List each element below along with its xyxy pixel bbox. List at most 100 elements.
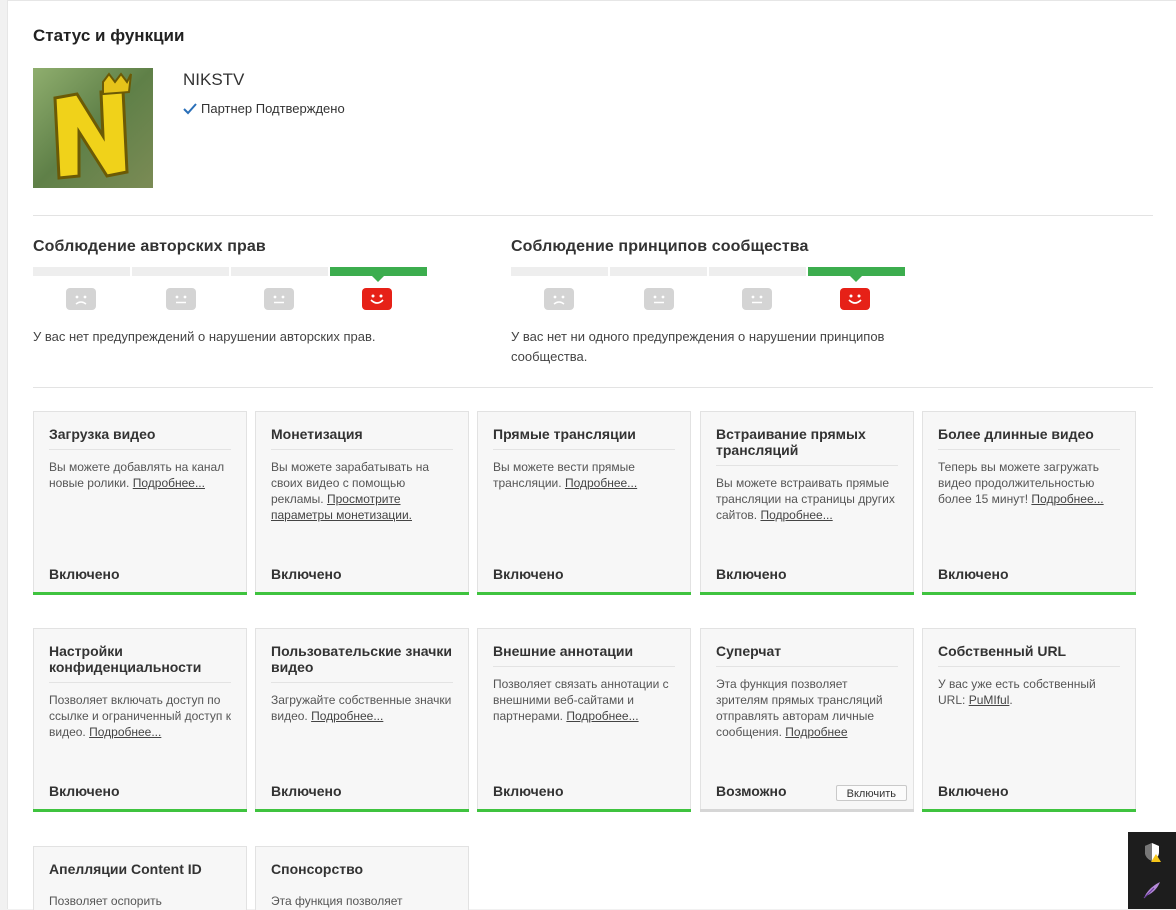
card-description: Позволяет оспорить xyxy=(49,894,162,908)
feature-card-embed-live: Встраивание прямых трансляций Вы можете … xyxy=(700,411,914,595)
happy-face-icon xyxy=(362,288,392,310)
partner-status-text: Партнер Подтверждено xyxy=(201,101,345,116)
card-status: Включено xyxy=(49,783,120,799)
learn-more-link[interactable]: Подробнее... xyxy=(133,476,205,490)
card-title: Суперчат xyxy=(716,643,898,667)
strike-indicator-arrow xyxy=(372,276,384,282)
neutral-face-icon xyxy=(742,288,772,310)
status-underline xyxy=(33,592,247,595)
status-underline xyxy=(477,592,691,595)
feature-card-sponsorship: Спонсорство Эта функция позволяет xyxy=(255,846,469,910)
card-status: Включено xyxy=(938,566,1009,582)
status-underline xyxy=(255,809,469,812)
channel-name: NIKSTV xyxy=(183,70,245,89)
learn-more-link[interactable]: Подробнее... xyxy=(89,725,161,739)
card-status: Включено xyxy=(271,783,342,799)
card-description: Вы можете зарабатывать на своих видео с … xyxy=(271,460,430,522)
card-title: Внешние аннотации xyxy=(493,643,675,667)
enable-button[interactable]: Включить xyxy=(835,785,907,801)
card-title: Загрузка видео xyxy=(49,426,231,450)
feature-card-custom-url: Собственный URL У вас уже есть собственн… xyxy=(922,628,1136,812)
strike-bar-active xyxy=(808,267,905,276)
strike-bar xyxy=(709,267,806,276)
card-title: Монетизация xyxy=(271,426,453,450)
card-status: Возможно xyxy=(716,783,787,799)
custom-url-link[interactable]: PuMIful xyxy=(969,693,1010,707)
sad-face-icon xyxy=(66,288,96,310)
status-underline xyxy=(922,592,1136,595)
feature-card-custom-thumbnails: Пользовательские значки видео Загружайте… xyxy=(255,628,469,812)
feature-card-long-videos: Более длинные видео Теперь вы можете заг… xyxy=(922,411,1136,595)
strike-bar xyxy=(132,267,229,276)
card-status: Включено xyxy=(938,783,1009,799)
copyright-message: У вас нет предупреждений о нарушении авт… xyxy=(33,329,376,344)
sad-face-icon xyxy=(544,288,574,310)
card-description: Вы можете вести прямые трансляции. Подро… xyxy=(493,460,638,490)
feature-card-monetization: Монетизация Вы можете зарабатывать на св… xyxy=(255,411,469,595)
checkmark-icon xyxy=(183,102,197,114)
learn-more-link[interactable]: Подробнее... xyxy=(565,476,637,490)
feature-card-external-annotations: Внешние аннотации Позволяет связать анно… xyxy=(477,628,691,812)
card-status: Включено xyxy=(716,566,787,582)
card-description: Вы можете встраивать прямые трансляции н… xyxy=(716,476,895,522)
community-title: Соблюдение принципов сообщества xyxy=(511,238,809,255)
feature-card-privacy: Настройки конфиденциальности Позволяет в… xyxy=(33,628,247,812)
learn-more-link[interactable]: Подробнее... xyxy=(1031,492,1103,506)
learn-more-link[interactable]: Подробнее... xyxy=(760,508,832,522)
card-description: Эта функция позволяет xyxy=(271,894,403,908)
strike-bar xyxy=(33,267,130,276)
feather-icon[interactable] xyxy=(1140,878,1164,902)
feature-card-upload: Загрузка видео Вы можете добавлять на ка… xyxy=(33,411,247,595)
status-underline xyxy=(33,809,247,812)
happy-face-icon xyxy=(840,288,870,310)
strike-bar-active xyxy=(330,267,427,276)
neutral-face-icon xyxy=(644,288,674,310)
card-status: Включено xyxy=(493,783,564,799)
status-underline xyxy=(700,809,914,812)
card-status: Включено xyxy=(493,566,564,582)
card-title: Прямые трансляции xyxy=(493,426,675,450)
status-underline xyxy=(700,592,914,595)
system-tray xyxy=(1128,832,1176,909)
strike-indicator-arrow xyxy=(850,276,862,282)
feature-card-superchat: Суперчат Эта функция позволяет зрителям … xyxy=(700,628,914,812)
card-title: Более длинные видео xyxy=(938,426,1120,450)
neutral-face-icon xyxy=(264,288,294,310)
card-status: Включено xyxy=(49,566,120,582)
page-title: Статус и функции xyxy=(33,26,185,45)
copyright-status: Соблюдение авторских прав У вас нет пред… xyxy=(33,238,433,358)
channel-avatar xyxy=(33,68,153,188)
status-underline xyxy=(477,809,691,812)
feature-card-live: Прямые трансляции Вы можете вести прямые… xyxy=(477,411,691,595)
copyright-title: Соблюдение авторских прав xyxy=(33,238,266,255)
card-title: Спонсорство xyxy=(271,861,364,877)
status-underline xyxy=(255,592,469,595)
status-underline xyxy=(922,809,1136,812)
card-description: Вы можете добавлять на канал новые ролик… xyxy=(49,460,225,490)
learn-more-link[interactable]: Подробнее... xyxy=(566,709,638,723)
learn-more-link[interactable]: Подробнее... xyxy=(311,709,383,723)
card-title: Собственный URL xyxy=(938,643,1120,667)
card-description: У вас уже есть собственный URL: PuMIful. xyxy=(938,677,1096,707)
card-title: Пользовательские значки видео xyxy=(271,643,453,683)
divider xyxy=(33,215,1153,216)
learn-more-link[interactable]: Подробнее xyxy=(785,725,847,739)
card-description: Теперь вы можете загружать видео продолж… xyxy=(938,460,1104,506)
feature-card-content-id-appeals: Апелляции Content ID Позволяет оспорить xyxy=(33,846,247,910)
card-status: Включено xyxy=(271,566,342,582)
card-description: Эта функция позволяет зрителям прямых тр… xyxy=(716,677,883,739)
card-description: Загружайте собственные значки видео. Под… xyxy=(271,693,452,723)
main-panel: Статус и функции NIKSTV Партнер Подтверж… xyxy=(7,0,1176,910)
card-title: Апелляции Content ID xyxy=(49,861,202,877)
partner-status: Партнер Подтверждено xyxy=(183,101,345,116)
card-description: Позволяет включать доступ по ссылке и ог… xyxy=(49,693,232,739)
security-shield-icon[interactable] xyxy=(1140,840,1164,864)
card-title: Встраивание прямых трансляций xyxy=(716,426,898,466)
strike-bar xyxy=(610,267,707,276)
card-description: Позволяет связать аннотации с внешними в… xyxy=(493,677,669,723)
community-message: У вас нет ни одного предупреждения о нар… xyxy=(511,329,885,364)
community-status: Соблюдение принципов сообщества У вас не… xyxy=(511,238,931,368)
strike-bar xyxy=(231,267,328,276)
strike-bar xyxy=(511,267,608,276)
neutral-face-icon xyxy=(166,288,196,310)
